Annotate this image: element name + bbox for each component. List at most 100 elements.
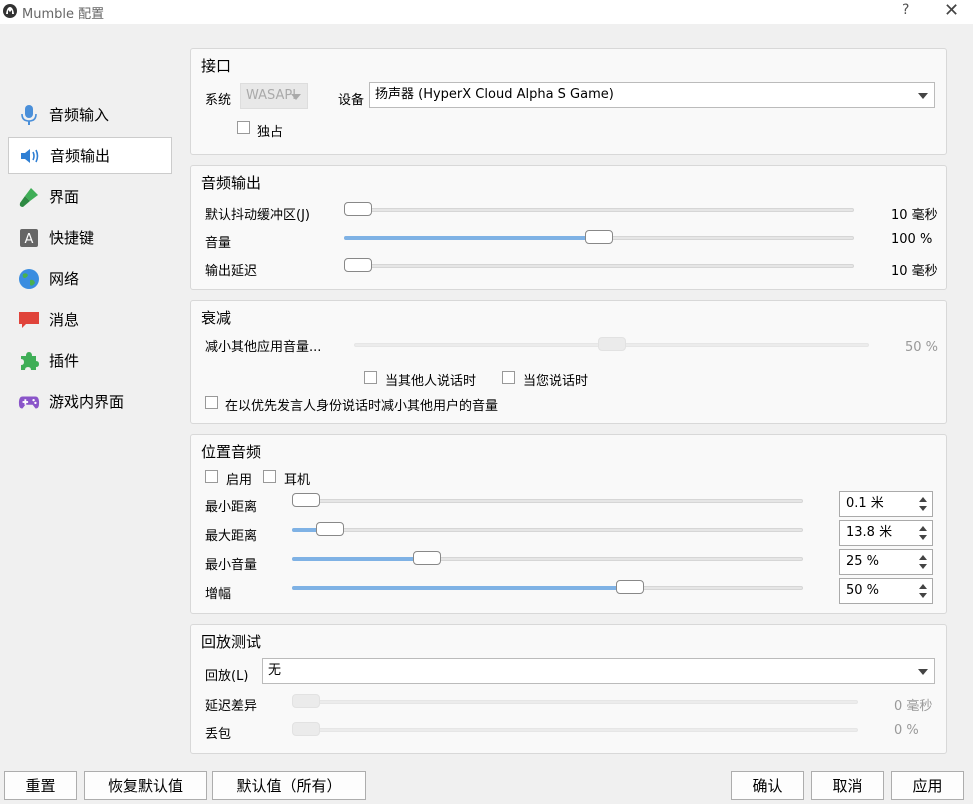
keyboard-key-icon: A <box>18 227 40 249</box>
title-bar: Mumble 配置 ? ✕ <box>0 0 973 24</box>
priority-speaker-checkbox[interactable] <box>205 396 218 409</box>
slider-handle[interactable] <box>292 493 320 507</box>
spin-up-icon[interactable] <box>919 555 927 560</box>
group-title: 音频输出 <box>201 174 262 192</box>
globe-icon <box>18 268 40 290</box>
headphones-label: 耳机 <box>284 473 311 488</box>
group-title: 接口 <box>201 57 232 75</box>
sidebar-item-interface[interactable]: 界面 <box>8 178 172 215</box>
slider-handle[interactable] <box>344 202 372 216</box>
positional-enable-checkbox[interactable] <box>205 470 218 483</box>
jitter-buffer-value: 10 毫秒 <box>891 208 938 223</box>
sidebar-item-messages[interactable]: 消息 <box>8 301 172 338</box>
cancel-button[interactable]: 取消 <box>811 771 884 800</box>
device-select[interactable]: 扬声器 (HyperX Cloud Alpha S Game) <box>369 82 935 108</box>
output-delay-value: 10 毫秒 <box>891 264 938 279</box>
min-volume-spinbox[interactable]: 25 % <box>839 549 933 575</box>
output-delay-slider[interactable] <box>344 256 854 276</box>
system-label: 系统 <box>205 93 232 108</box>
sidebar-item-label: 界面 <box>49 188 80 206</box>
restore-defaults-button[interactable]: 恢复默认值 <box>84 771 207 800</box>
reduce-other-apps-label: 减小其他应用音量... <box>205 340 322 355</box>
bloom-label: 增幅 <box>205 587 232 602</box>
apply-button[interactable]: 应用 <box>891 771 964 800</box>
sidebar-item-network[interactable]: 网络 <box>8 260 172 297</box>
audio-output-group: 音频输出 默认抖动缓冲区(J) 10 毫秒 音量 100 % 输出延迟 10 毫… <box>190 165 947 290</box>
spin-up-icon[interactable] <box>919 497 927 502</box>
spin-down-icon[interactable] <box>919 593 927 598</box>
slider-handle[interactable] <box>316 522 344 536</box>
volume-value: 100 % <box>891 232 933 247</box>
help-button[interactable]: ? <box>902 2 909 18</box>
ok-button[interactable]: 确认 <box>731 771 804 800</box>
max-distance-slider[interactable] <box>292 520 803 540</box>
packet-loss-label: 丢包 <box>205 727 232 742</box>
delay-variance-slider[interactable] <box>292 692 858 712</box>
sidebar-item-audio-output[interactable]: 音频输出 <box>8 137 172 174</box>
positional-enable-label: 启用 <box>226 473 253 488</box>
sidebar-item-overlay[interactable]: 游戏内界面 <box>8 383 172 420</box>
max-distance-spinbox[interactable]: 13.8 米 <box>839 520 933 546</box>
slider-handle[interactable] <box>585 230 613 244</box>
sidebar-item-label: 快捷键 <box>49 229 95 247</box>
close-button[interactable]: ✕ <box>944 0 959 21</box>
slider-handle[interactable] <box>292 694 320 708</box>
slider-handle[interactable] <box>598 337 626 351</box>
jitter-buffer-slider[interactable] <box>344 200 854 220</box>
slider-handle[interactable] <box>292 722 320 736</box>
window-title: Mumble 配置 <box>22 7 105 22</box>
chat-bubble-icon <box>18 309 40 331</box>
reset-button[interactable]: 重置 <box>4 771 77 800</box>
gamepad-icon <box>18 391 40 413</box>
spin-up-icon[interactable] <box>919 584 927 589</box>
bloom-slider[interactable] <box>292 578 803 598</box>
min-volume-label: 最小音量 <box>205 558 258 573</box>
puzzle-icon <box>18 350 40 372</box>
paintbrush-icon <box>18 186 40 208</box>
slider-handle[interactable] <box>344 258 372 272</box>
interface-group: 接口 系统 WASAPI 设备 扬声器 (HyperX Cloud Alpha … <box>190 48 947 155</box>
chevron-down-icon <box>918 669 928 675</box>
exclusive-checkbox[interactable] <box>237 121 250 134</box>
volume-label: 音量 <box>205 236 232 251</box>
speaker-icon <box>19 145 41 167</box>
spin-down-icon[interactable] <box>919 535 927 540</box>
when-others-speak-label: 当其他人说话时 <box>385 374 477 389</box>
sidebar-item-label: 消息 <box>49 311 80 329</box>
min-distance-spinbox[interactable]: 0.1 米 <box>839 491 933 517</box>
defaults-all-button[interactable]: 默认值（所有） <box>212 771 366 800</box>
slider-handle[interactable] <box>413 551 441 565</box>
sidebar-item-label: 插件 <box>49 352 80 370</box>
bloom-spinbox[interactable]: 50 % <box>839 578 933 604</box>
when-others-speak-checkbox[interactable] <box>364 371 377 384</box>
positional-audio-group: 位置音频 启用 耳机 最小距离 0.1 米 最大距离 13.8 米 最小音量 2… <box>190 434 947 614</box>
attenuation-value: 50 % <box>905 340 939 355</box>
chevron-down-icon <box>291 94 301 100</box>
loopback-select[interactable]: 无 <box>262 658 935 684</box>
min-distance-slider[interactable] <box>292 491 803 511</box>
when-you-speak-checkbox[interactable] <box>502 371 515 384</box>
slider-handle[interactable] <box>616 580 644 594</box>
microphone-icon <box>18 104 40 126</box>
sidebar-item-label: 音频输入 <box>49 106 110 124</box>
min-volume-slider[interactable] <box>292 549 803 569</box>
spin-down-icon[interactable] <box>919 506 927 511</box>
spin-down-icon[interactable] <box>919 564 927 569</box>
group-title: 衰减 <box>201 309 232 327</box>
system-select[interactable]: WASAPI <box>240 83 308 109</box>
min-distance-label: 最小距离 <box>205 500 258 515</box>
sidebar-item-shortcuts[interactable]: A 快捷键 <box>8 219 172 256</box>
chevron-down-icon <box>918 93 928 99</box>
sidebar-item-plugins[interactable]: 插件 <box>8 342 172 379</box>
max-distance-label: 最大距离 <box>205 529 258 544</box>
attenuation-slider[interactable] <box>354 335 869 355</box>
loopback-label: 回放(L) <box>205 669 249 684</box>
svg-text:A: A <box>25 232 34 247</box>
packet-loss-slider[interactable] <box>292 720 858 740</box>
sidebar-item-audio-input[interactable]: 音频输入 <box>8 96 172 133</box>
delay-variance-label: 延迟差异 <box>205 699 258 714</box>
headphones-checkbox[interactable] <box>263 470 276 483</box>
volume-slider[interactable] <box>344 228 854 248</box>
spin-up-icon[interactable] <box>919 526 927 531</box>
sidebar-item-label: 音频输出 <box>50 147 111 165</box>
